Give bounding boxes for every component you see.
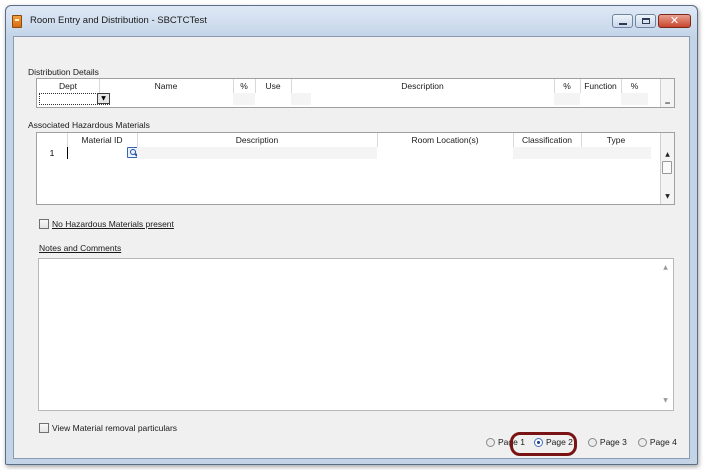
page-2-label[interactable]: Page 2: [546, 437, 573, 447]
page-selector: Page 1 Page 2 Page 3 Page 4: [486, 437, 677, 447]
col-header-use[interactable]: Use: [255, 79, 291, 93]
checkbox[interactable]: [39, 423, 49, 433]
no-hazardous-label[interactable]: No Hazardous Materials present: [52, 219, 174, 229]
classification-type-cell[interactable]: [513, 147, 651, 159]
function-pct-cell[interactable]: [621, 93, 648, 105]
main-window: Room Entry and Distribution - SBCTCTest …: [5, 5, 698, 465]
view-material-removal-checkbox[interactable]: View Material removal particulars: [39, 423, 177, 433]
col-header-material-id[interactable]: Material ID: [67, 133, 137, 147]
chevron-down-icon: ▼: [101, 95, 106, 102]
page-1-radio[interactable]: Page 1: [486, 437, 525, 447]
table-row[interactable]: 1: [37, 147, 661, 159]
page-4-label[interactable]: Page 4: [650, 437, 677, 447]
notes-textarea[interactable]: ▲ ▼: [38, 258, 674, 411]
window-controls: ✕: [612, 14, 691, 28]
col-header-name[interactable]: Name: [99, 79, 233, 93]
col-header-dept[interactable]: Dept: [37, 79, 99, 93]
no-hazardous-materials-checkbox[interactable]: No Hazardous Materials present: [39, 219, 174, 229]
page-1-label[interactable]: Page 1: [498, 437, 525, 447]
col-header-name-pct[interactable]: %: [233, 79, 255, 93]
radio-button[interactable]: [486, 437, 495, 447]
view-material-label[interactable]: View Material removal particulars: [52, 423, 177, 433]
scroll-thumb[interactable]: [662, 161, 672, 174]
window-title: Room Entry and Distribution - SBCTCTest: [30, 15, 207, 26]
col-header-desc-pct[interactable]: %: [554, 79, 580, 93]
minimize-icon: [619, 23, 627, 25]
scroll-up-icon[interactable]: ▲: [659, 262, 672, 273]
app-icon: [12, 15, 22, 28]
dept-dropdown-button[interactable]: ▼: [97, 93, 110, 104]
distribution-scrollbar[interactable]: ▁: [660, 79, 674, 107]
scroll-down-icon[interactable]: ▁: [661, 95, 674, 106]
col-header-function[interactable]: Function: [580, 79, 621, 93]
radio-button[interactable]: [587, 437, 597, 447]
radio-button-selected[interactable]: [533, 437, 543, 447]
col-header-type[interactable]: Type: [581, 133, 651, 147]
close-button[interactable]: ✕: [658, 14, 691, 28]
page-3-radio[interactable]: Page 3: [587, 437, 627, 447]
col-header-description[interactable]: Description: [291, 79, 554, 93]
distribution-grid[interactable]: Dept Name % Use Description % Function %…: [36, 78, 675, 108]
hazardous-grid[interactable]: Material ID Description Room Location(s)…: [36, 132, 675, 205]
name-pct-cell[interactable]: [233, 93, 255, 105]
maximize-icon: [642, 18, 650, 24]
desc-pct-cell[interactable]: [554, 93, 580, 105]
col-header-room-locations[interactable]: Room Location(s): [377, 133, 513, 147]
title-bar[interactable]: Room Entry and Distribution - SBCTCTest …: [6, 6, 697, 36]
distribution-details-label: Distribution Details: [28, 67, 99, 77]
page-3-label[interactable]: Page 3: [600, 437, 627, 447]
scroll-down-icon[interactable]: ▼: [659, 395, 672, 406]
page-4-radio[interactable]: Page 4: [637, 437, 677, 447]
scroll-down-icon[interactable]: ▼: [661, 191, 674, 202]
close-icon: ✕: [669, 14, 680, 27]
radio-button[interactable]: [637, 437, 647, 447]
notes-scrollbar[interactable]: ▲ ▼: [659, 259, 673, 410]
notes-label: Notes and Comments: [39, 243, 122, 253]
client-area: Distribution Details Dept Name % Use Des…: [13, 36, 690, 459]
checkbox[interactable]: [39, 219, 49, 229]
table-row: ▼: [37, 93, 661, 105]
row-number: 1: [49, 148, 55, 158]
scroll-up-icon[interactable]: ▲: [661, 149, 674, 160]
use-cell[interactable]: [291, 93, 311, 105]
hazardous-scrollbar[interactable]: ▲ ▼: [660, 133, 674, 204]
maximize-button[interactable]: [635, 14, 656, 28]
hm-description-cell[interactable]: [137, 147, 377, 159]
col-header-classification[interactable]: Classification: [513, 133, 581, 147]
page-2-radio[interactable]: Page 2: [533, 437, 573, 447]
col-header-function-pct[interactable]: %: [621, 79, 648, 93]
minimize-button[interactable]: [612, 14, 633, 28]
col-header-hm-description[interactable]: Description: [137, 133, 377, 147]
hazardous-materials-label: Associated Hazardous Materials: [28, 120, 150, 130]
